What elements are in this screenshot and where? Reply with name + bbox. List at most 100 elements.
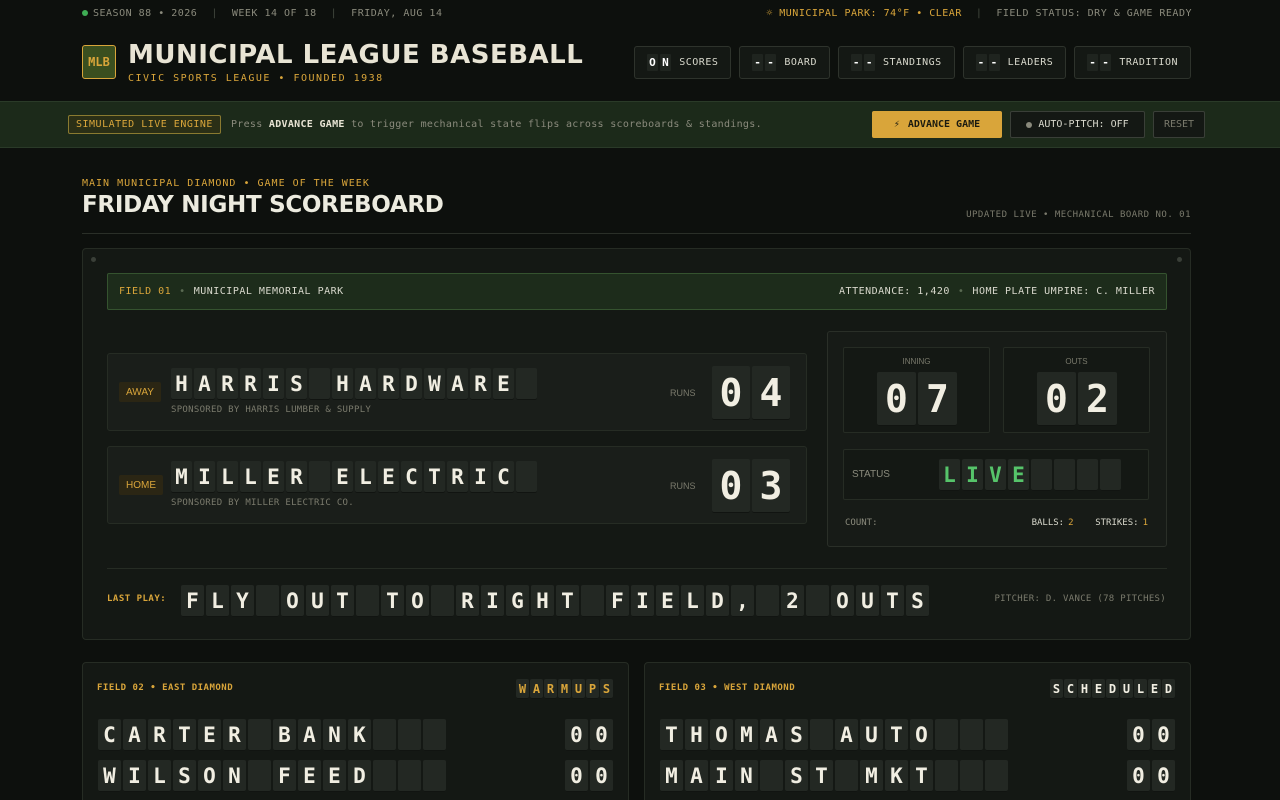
nav-tile: - [988,54,1000,71]
nav-tile: - [752,54,764,71]
nav-tile: O [647,54,659,71]
board-divider [107,568,1167,569]
flap-tile: C [493,461,514,493]
away-team-name: HARRISHARDWARE [171,368,537,400]
flap-tile: S [1050,679,1063,699]
inning-digits: 07 [877,372,957,426]
flap-tile: F [273,760,296,792]
flap-tile: D [401,368,422,400]
flap-tile: H [685,719,708,751]
flap-tile: E [493,368,514,400]
flap-tile: E [198,719,221,751]
league-logo[interactable]: MLB [82,45,116,79]
inning-gauge: INNING 07 [843,347,990,433]
nav-scores-button[interactable]: O N SCORES [634,46,732,79]
engine-strip: SIMULATED LIVE ENGINE Press ADVANCE GAME… [0,102,1280,148]
runs-label: RUNS [670,481,696,491]
toggle-dot-icon [1026,121,1033,128]
flap-tile [935,760,958,792]
nav-tile: - [975,54,987,71]
flap-tile: E [298,760,321,792]
nav-board-button[interactable]: - - BOARD [739,46,830,79]
flap-tile [423,719,446,751]
flap-tile: P [586,679,599,699]
flap-tile: I [481,585,504,617]
flap-tile: 0 [565,719,588,751]
site-header: MLB MUNICIPAL LEAGUE BASEBALL CIVIC SPOR… [0,26,1280,102]
flap-tile: D [706,585,729,617]
advance-game-button[interactable]: ⚡ ADVANCE GAME [872,111,1002,138]
nav-label: TRADITION [1119,57,1178,68]
flap-tile: M [558,679,571,699]
field-03-board: FIELD 03 • WEST DIAMOND SCHEDULED THOMAS… [644,662,1191,800]
reset-button[interactable]: RESET [1153,111,1205,138]
flap-tile [581,585,604,617]
pitcher-info: PITCHER: D. VANCE (78 PITCHES) [994,594,1166,604]
status-box: STATUS LIVE [843,449,1149,500]
flap-tile: 0 [590,760,613,792]
flap-tile [309,461,330,493]
flap-tile: I [710,760,733,792]
flap-tile: S [785,719,808,751]
field-02-board: FIELD 02 • EAST DIAMOND WARMUPS CARTERBA… [82,662,629,800]
flap-tile: W [98,760,121,792]
field-status: FIELD STATUS: DRY & GAME READY [996,7,1192,19]
flap-tile: M [660,760,683,792]
flap-tile: H [531,585,554,617]
flap-tile: S [785,760,808,792]
last-play-flaps: FLYOUTTORIGHTFIELD,2OUTS [181,585,929,617]
nav-tradition-button[interactable]: - - TRADITION [1074,46,1191,79]
team-score: 00 [565,760,613,792]
flap-tile [373,719,396,751]
flap-tile: N [223,760,246,792]
flap-tile: T [881,585,904,617]
away-team-row: AWAY HARRISHARDWARE SPONSORED BY HARRIS … [107,353,807,431]
flap-tile: A [298,719,321,751]
flap-tile [248,760,271,792]
nav-tile: N [660,54,672,71]
flap-tile: O [710,719,733,751]
flap-tile: E [1092,679,1105,699]
flap-tile: 0 [565,760,588,792]
nav-label: SCORES [679,57,719,68]
flap-tile: L [148,760,171,792]
nav-standings-button[interactable]: - - STANDINGS [837,46,955,79]
flap-tile [835,760,858,792]
home-team-name: MILLERELECTRIC [171,461,537,493]
flap-tile [960,719,983,751]
lightning-icon: ⚡ [893,119,900,130]
weather-info: ☼ MUNICIPAL PARK: 74°F • CLEAR [766,7,962,19]
flap-tile: R [447,461,468,493]
flap-tile [1100,459,1121,491]
flap-tile: I [194,461,215,493]
flap-tile: R [240,368,261,400]
game-state-panel: INNING 07 OUTS 02 STATUS LIVE COUNT: BAL… [827,331,1167,547]
flap-tile: R [456,585,479,617]
attendance: ATTENDANCE: 1,420 [839,286,950,297]
flap-tile: T [173,719,196,751]
nav-leaders-button[interactable]: - - LEADERS [962,46,1067,79]
flap-tile: L [206,585,229,617]
flap-tile: O [406,585,429,617]
home-runs: 03 [712,459,790,513]
flap-tile: 0 [1127,719,1150,751]
field-03-status: SCHEDULED [1050,679,1175,699]
flap-tile: H [1078,679,1091,699]
status-flaps: LIVE [939,459,1121,491]
flap-tile: 3 [752,459,790,513]
flap-tile: H [171,368,192,400]
outs-gauge: OUTS 02 [1003,347,1150,433]
flap-tile: 2 [781,585,804,617]
flap-tile: L [217,461,238,493]
flap-tile [309,368,330,400]
flap-tile: K [885,760,908,792]
flap-tile: 0 [1127,760,1150,792]
flap-tile: , [731,585,754,617]
engine-message: Press ADVANCE GAME to trigger mechanical… [230,119,762,130]
away-runs: 04 [712,366,790,420]
flap-tile: 0 [712,459,750,513]
flap-tile: Y [231,585,254,617]
rivet-icon [91,257,96,262]
auto-pitch-toggle[interactable]: AUTO-PITCH: OFF [1010,111,1145,138]
main-scoreboard: FIELD 01 • MUNICIPAL MEMORIAL PARK ATTEN… [82,248,1191,640]
